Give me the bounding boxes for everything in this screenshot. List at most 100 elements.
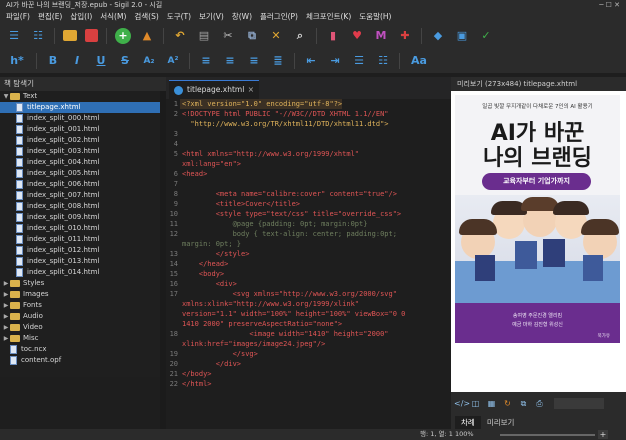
chevron-down-icon[interactable]: ▼ [2,91,10,102]
menu-item[interactable]: 보기(V) [195,11,228,22]
preview-zoom-field[interactable] [554,397,604,409]
code-line[interactable]: 20 </div> [166,359,451,369]
metadata-icon[interactable]: ▣ [454,28,470,44]
menu-item[interactable]: 삽입(I) [66,11,96,22]
code-line[interactable]: "http://www.w3.org/TR/xhtml11/DTD/xhtml1… [166,119,451,129]
code-line[interactable]: margin: 0pt; } [166,239,451,249]
code-line[interactable]: 4 [166,139,451,149]
spellcheck-icon[interactable]: ◆ [430,28,446,44]
tree-folder[interactable]: ▶ Audio [0,311,160,322]
save-icon[interactable] [85,29,98,42]
ordered-list-icon[interactable]: ☷ [375,53,391,69]
menu-item[interactable]: 서식(M) [96,11,130,22]
code-line[interactable]: 15 <body> [166,269,451,279]
code-line[interactable]: 7 [166,179,451,189]
code-line[interactable]: 22 </html> [166,379,451,389]
cut-icon[interactable]: ✂ [220,28,236,44]
tree-file[interactable]: titlepage.xhtml [0,102,160,113]
tree-file[interactable]: index_split_002.html [0,135,160,146]
text-style-dropdown[interactable]: Aa [408,53,430,69]
code-editor[interactable]: 1 <?xml version="1.0" encoding="utf-8"?> 2… [166,99,451,440]
code-line[interactable]: 14 </head> [166,259,451,269]
code-line[interactable]: xml:lang="en"> [166,159,451,169]
menu-item[interactable]: 편집(E) [34,11,66,22]
dock-tab[interactable]: 미리보기 [481,416,521,429]
menu-item[interactable]: 창(W) [228,11,256,22]
code-line[interactable]: 9 <title>Cover</title> [166,199,451,209]
close-tag-icon[interactable]: ✕ [268,28,284,44]
tree-file[interactable]: index_split_014.html [0,267,160,278]
subscript-button[interactable]: A₂ [141,53,157,69]
code-view-icon[interactable]: </> [454,398,470,409]
close-icon[interactable]: × [248,81,254,99]
plugin-icon[interactable]: ✚ [397,28,413,44]
copy-icon[interactable]: ⧉ [244,28,260,44]
heading-dropdown[interactable]: h* [6,53,28,69]
align-right-icon[interactable]: ≡ [246,53,262,69]
numbered-list-icon[interactable]: ☰ [6,28,22,44]
print-icon[interactable]: ⎙ [534,398,545,409]
underline-button[interactable]: U [93,53,109,69]
tree-file[interactable]: index_split_009.html [0,212,160,223]
code-line[interactable]: 12 body { text-align: center; padding:0p… [166,229,451,239]
menu-item[interactable]: 플러그인(P) [256,11,302,22]
tree-folder[interactable]: ▶ Video [0,322,160,333]
copy-icon[interactable]: ⧉ [518,398,529,409]
window-controls[interactable]: ─ ☐ ✕ [599,0,620,10]
code-line[interactable]: xmlns:xlink="http://www.w3.org/1999/xlin… [166,299,451,309]
menu-item[interactable]: 검색(S) [130,11,162,22]
code-line[interactable]: xlink:href="images/image24.jpeg"/> [166,339,451,349]
zoom-slider[interactable] [500,434,595,436]
strikethrough-button[interactable]: S [117,53,133,69]
tree-file[interactable]: index_split_001.html [0,124,160,135]
code-line[interactable]: 1410 2000" preserveAspectRatio="none"> [166,319,451,329]
tree-file[interactable]: index_split_013.html [0,256,160,267]
zoom-in-button[interactable]: + [598,430,608,439]
bold-button[interactable]: B [45,53,61,69]
code-line[interactable]: 2 <!DOCTYPE html PUBLIC "-//W3C//DTD XHTM… [166,109,451,119]
code-line[interactable]: 21 </body> [166,369,451,379]
open-folder-icon[interactable] [63,30,77,41]
menu-item[interactable]: 도움말(H) [355,11,395,22]
tree-file[interactable]: index_split_007.html [0,190,160,201]
code-line[interactable]: 1 <?xml version="1.0" encoding="utf-8"?> [166,99,451,109]
refresh-icon[interactable]: ↻ [502,398,513,409]
menu-item[interactable]: 도구(T) [163,11,195,22]
format-icon[interactable]: ☷ [30,28,46,44]
grid-icon[interactable]: ▦ [486,398,497,409]
tree-file[interactable]: index_split_004.html [0,157,160,168]
paste-icon[interactable]: ▤ [196,28,212,44]
justify-icon[interactable]: ≣ [270,53,286,69]
menu-item[interactable]: 파일(F) [2,11,34,22]
align-left-icon[interactable]: ≡ [198,53,214,69]
code-line[interactable]: 11 @page {padding: 0pt; margin:0pt} [166,219,451,229]
chevron-right-icon[interactable]: ▶ [2,278,10,289]
dock-tab[interactable]: 차례 [455,416,481,429]
code-line[interactable]: 19 </svg> [166,349,451,359]
up-arrow-icon[interactable]: ▲ [139,28,155,44]
tree-file[interactable]: content.opf [0,355,160,366]
chevron-right-icon[interactable]: ▶ [2,322,10,333]
chevron-right-icon[interactable]: ▶ [2,311,10,322]
increase-indent-icon[interactable]: ⇥ [327,53,343,69]
bookmark-icon[interactable]: ▮ [325,28,341,44]
tree-folder[interactable]: ▶ Misc [0,333,160,344]
code-line[interactable]: version="1.1" width="100%" height="100%"… [166,309,451,319]
tree-folder[interactable]: ▶ Styles [0,278,160,289]
code-line[interactable]: 16 <div> [166,279,451,289]
preview-pane[interactable]: 일곱 빛깔 무지개같이 다채로운 7인의 AI 활용기 AI가 바꾼 나의 브랜… [451,91,626,392]
add-file-icon[interactable]: + [115,27,131,44]
menu-item[interactable]: 체크포인트(K) [302,11,355,22]
tree-file[interactable]: index_split_012.html [0,245,160,256]
mathml-icon[interactable]: M [373,28,389,44]
italic-button[interactable]: I [69,53,85,69]
bullet-list-icon[interactable]: ☰ [351,53,367,69]
validate-icon[interactable]: ✓ [478,28,494,44]
tree-folder[interactable]: ▶ Fonts [0,300,160,311]
tree-file[interactable]: toc.ncx [0,344,160,355]
tree-folder[interactable]: ▶ Images [0,289,160,300]
tree-file[interactable]: index_split_011.html [0,234,160,245]
inspect-icon[interactable]: ◫ [470,398,481,409]
code-line[interactable]: 6 <head> [166,169,451,179]
code-line[interactable]: 8 <meta name="calibre:cover" content="tr… [166,189,451,199]
